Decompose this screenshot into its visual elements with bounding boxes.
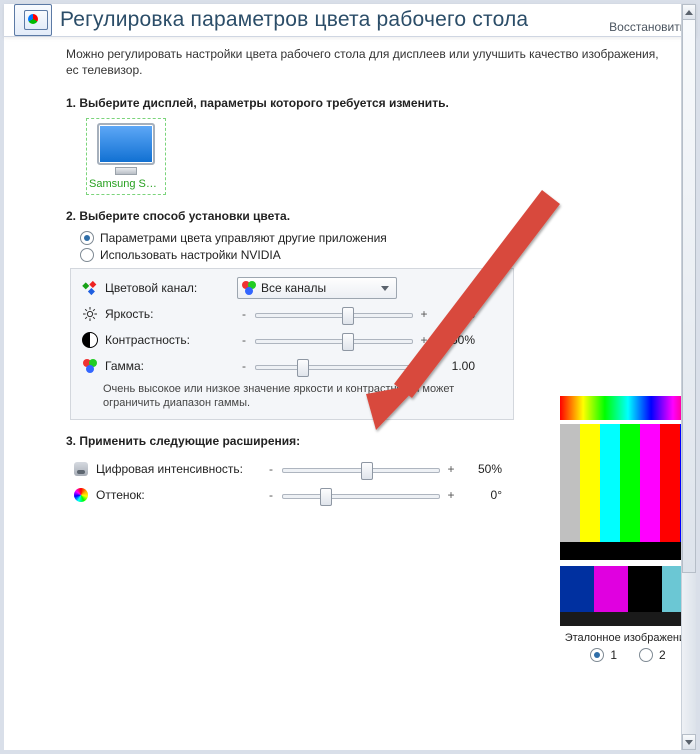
radio-label: Использовать настройки NVIDIA xyxy=(100,248,281,262)
hue-wheel-icon xyxy=(72,488,90,502)
radio-icon xyxy=(80,231,94,245)
contrast-row: Контрастность: - + 50% xyxy=(81,327,503,353)
step2-title: 2. Выберите способ установки цвета. xyxy=(66,209,672,223)
monitor-color-logo-icon xyxy=(14,4,52,36)
header: Регулировка параметров цвета рабочего ст… xyxy=(4,4,696,37)
contrast-slider[interactable] xyxy=(251,331,417,349)
gamma-note: Очень высокое или низкое значение яркост… xyxy=(103,383,503,411)
plus-label: + xyxy=(417,359,431,373)
contrast-value: 50% xyxy=(431,333,475,347)
display-selector[interactable]: Samsung SMB... xyxy=(86,118,166,195)
reference-image-2[interactable]: 2 xyxy=(639,648,666,662)
restore-defaults-link[interactable]: Восстановить xyxy=(609,20,686,34)
radio-label: 2 xyxy=(659,648,666,662)
digital-intensity-slider[interactable] xyxy=(278,460,444,478)
scroll-down-button[interactable] xyxy=(682,734,696,750)
reference-image-1[interactable]: 1 xyxy=(590,648,617,662)
contrast-icon xyxy=(81,332,99,348)
reference-image-options: 1 2 xyxy=(560,648,696,662)
radio-icon xyxy=(590,648,604,662)
brightness-label: Яркость: xyxy=(105,307,237,321)
hue-slider[interactable] xyxy=(278,486,444,504)
gamma-value: 1.00 xyxy=(431,359,475,373)
monitor-stand xyxy=(115,167,137,175)
radio-other-apps[interactable]: Параметрами цвета управляют другие прило… xyxy=(80,231,672,245)
hue-value: 0° xyxy=(458,488,502,502)
gamma-label: Гамма: xyxy=(105,359,237,373)
plus-label: + xyxy=(444,462,458,476)
vertical-scrollbar[interactable] xyxy=(681,4,696,750)
minus-label: - xyxy=(237,333,251,347)
chevron-down-icon xyxy=(377,278,393,298)
plus-label: + xyxy=(444,488,458,502)
radio-nvidia[interactable]: Использовать настройки NVIDIA xyxy=(80,248,672,262)
brightness-slider[interactable] xyxy=(251,305,417,323)
contrast-label: Контрастность: xyxy=(105,333,237,347)
scroll-handle[interactable] xyxy=(682,19,696,573)
reference-image xyxy=(560,396,696,636)
channel-label: Цветовой канал: xyxy=(105,281,237,295)
intro-text: Можно регулировать настройки цвета рабоч… xyxy=(66,47,672,78)
display-name-label: Samsung SMB... xyxy=(89,178,163,190)
scroll-up-button[interactable] xyxy=(682,4,696,20)
color-channel-row: Цветовой канал: Все каналы xyxy=(81,275,503,301)
step1-title: 1. Выберите дисплей, параметры которого … xyxy=(66,96,672,110)
minus-label: - xyxy=(237,307,251,321)
dropdown-value: Все каналы xyxy=(261,281,326,295)
minus-label: - xyxy=(264,488,278,502)
channel-dropdown[interactable]: Все каналы xyxy=(237,277,397,299)
plus-label: + xyxy=(417,307,431,321)
minus-label: - xyxy=(264,462,278,476)
rgb-diamonds-icon xyxy=(81,280,99,296)
plus-label: + xyxy=(417,333,431,347)
page-title: Регулировка параметров цвета рабочего ст… xyxy=(60,8,528,32)
gamma-row: Гамма: - + 1.00 xyxy=(81,353,503,379)
reference-image-caption: Эталонное изображение xyxy=(560,632,696,644)
hue-label: Оттенок: xyxy=(96,488,264,502)
gamma-slider[interactable] xyxy=(251,357,417,375)
digital-intensity-label: Цифровая интенсивность: xyxy=(96,462,264,476)
rgb-circles-icon xyxy=(242,281,256,295)
digital-levels-icon xyxy=(72,462,90,476)
minus-label: - xyxy=(237,359,251,373)
sun-icon xyxy=(81,307,99,321)
brightness-row: Яркость: - + 50% xyxy=(81,301,503,327)
color-settings-panel: Цветовой канал: Все каналы Яркость: - + … xyxy=(70,268,514,420)
radio-label: Параметрами цвета управляют другие прило… xyxy=(100,231,387,245)
rgb-circles-icon xyxy=(81,359,99,373)
digital-intensity-value: 50% xyxy=(458,462,502,476)
radio-label: 1 xyxy=(610,648,617,662)
monitor-icon xyxy=(97,123,155,165)
radio-icon xyxy=(639,648,653,662)
radio-icon xyxy=(80,248,94,262)
brightness-value: 50% xyxy=(431,307,475,321)
